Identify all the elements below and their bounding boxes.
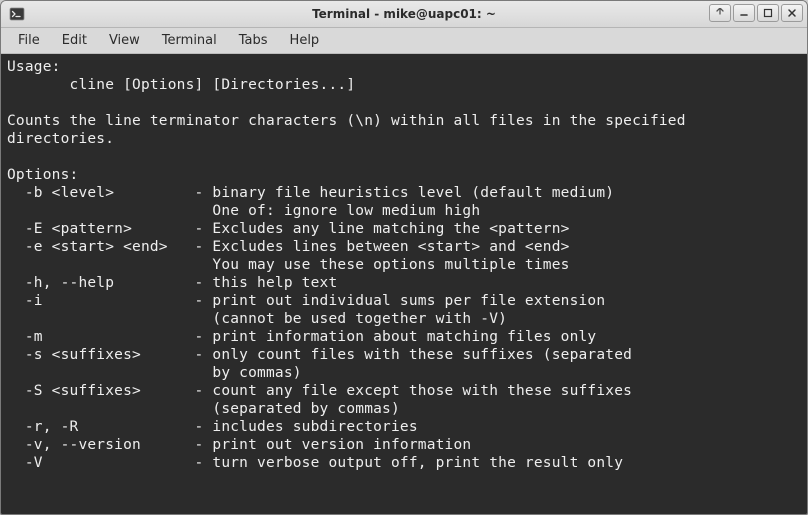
menu-tabs[interactable]: Tabs <box>228 30 279 51</box>
stick-button[interactable] <box>709 4 731 22</box>
maximize-button[interactable] <box>757 4 779 22</box>
titlebar[interactable]: Terminal - mike@uapc01: ~ <box>1 1 807 28</box>
terminal-window: Terminal - mike@uapc01: ~ File Edit View… <box>0 0 808 515</box>
menu-view[interactable]: View <box>98 30 151 51</box>
window-controls <box>707 4 803 22</box>
menu-file[interactable]: File <box>7 30 51 51</box>
terminal-output[interactable]: Usage: cline [Options] [Directories...] … <box>1 54 807 514</box>
terminal-icon <box>9 6 25 22</box>
minimize-button[interactable] <box>733 4 755 22</box>
menubar: File Edit View Terminal Tabs Help <box>1 28 807 54</box>
menu-terminal[interactable]: Terminal <box>151 30 228 51</box>
menu-edit[interactable]: Edit <box>51 30 98 51</box>
menu-help[interactable]: Help <box>279 30 331 51</box>
close-button[interactable] <box>781 4 803 22</box>
window-title: Terminal - mike@uapc01: ~ <box>1 7 807 21</box>
